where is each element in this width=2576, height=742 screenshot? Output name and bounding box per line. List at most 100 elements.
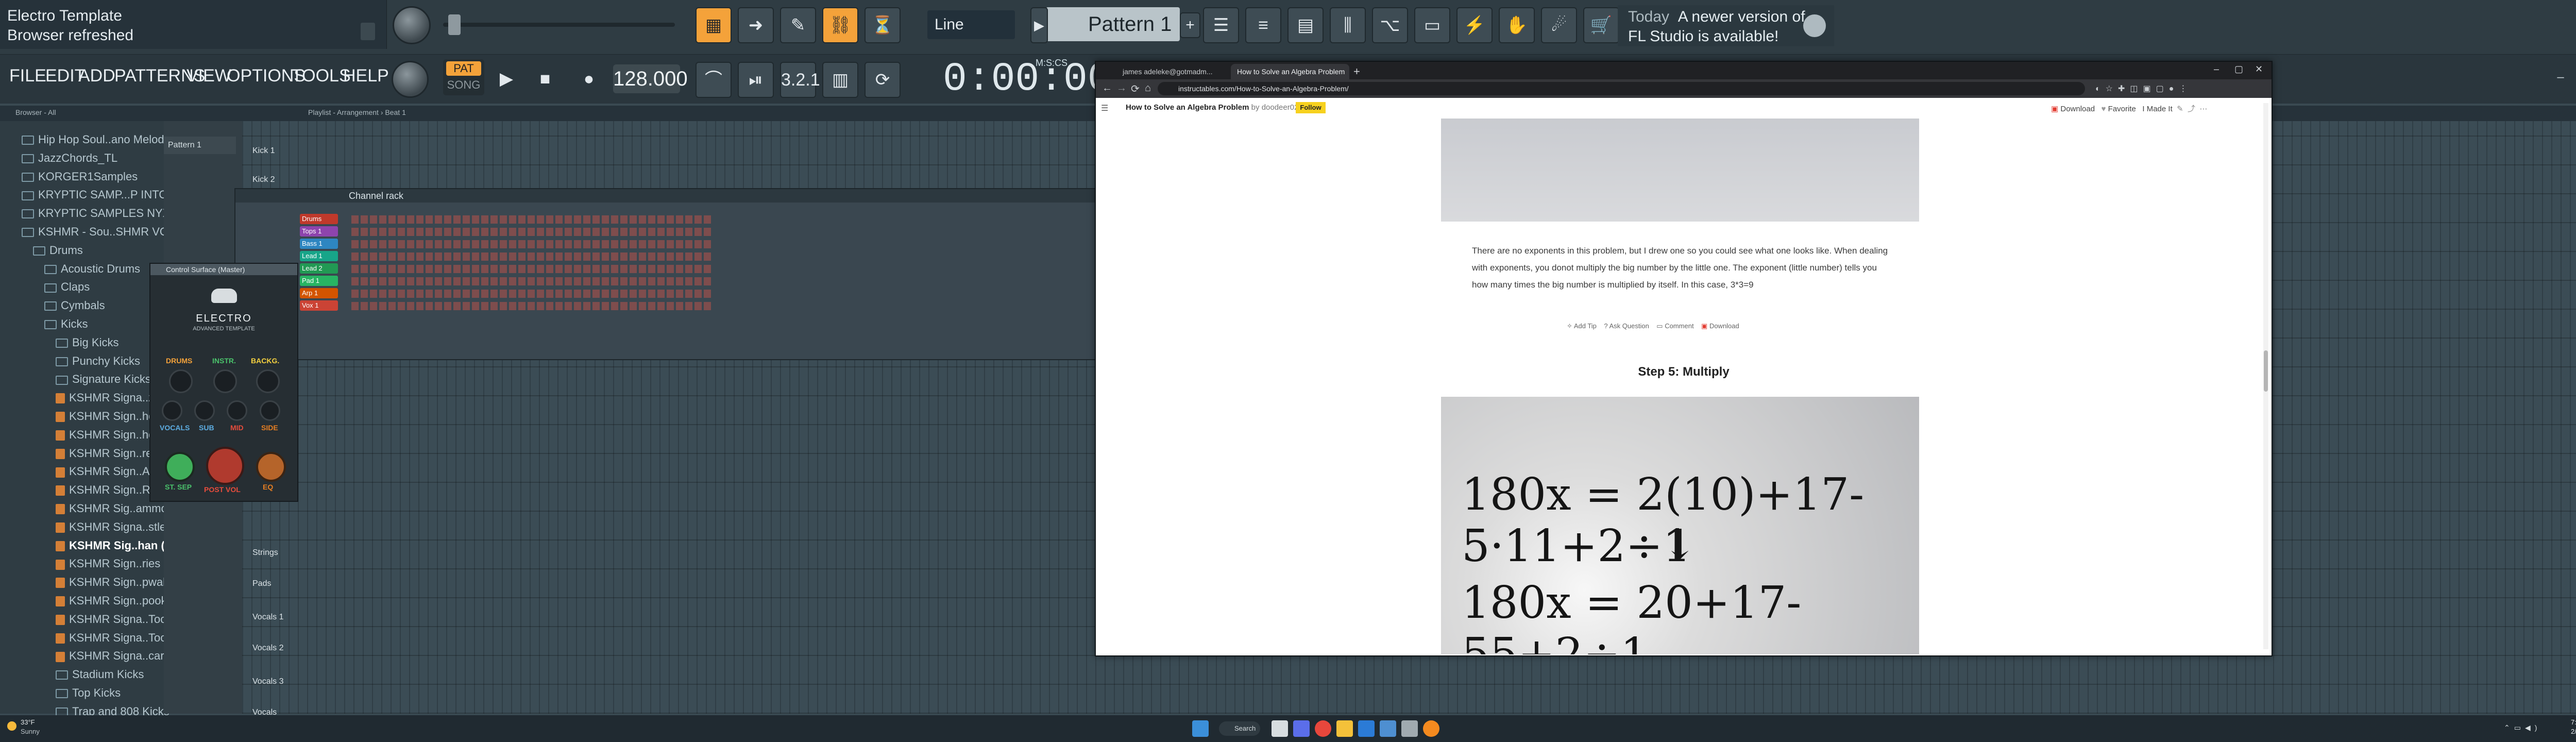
playlist-icon[interactable]: ☰ xyxy=(1203,7,1239,43)
wait-input-icon[interactable]: ⏯ xyxy=(738,62,774,98)
step-sequencer[interactable] xyxy=(351,277,712,285)
more-icon[interactable]: ⋯ xyxy=(2199,105,2207,113)
track-label[interactable]: Strings xyxy=(250,546,292,572)
browser-folder[interactable]: Kicks xyxy=(44,317,88,335)
browser-folder[interactable]: Signature Kicks xyxy=(56,373,151,390)
browser-folder[interactable]: Acoustic Drums xyxy=(44,262,140,280)
share-icon[interactable]: ⤴ xyxy=(2188,105,2195,113)
mixer-icon[interactable]: ⫼ xyxy=(1330,7,1366,43)
master-volume-knob[interactable] xyxy=(393,6,431,44)
browser-folder[interactable]: Top Kicks xyxy=(56,686,121,704)
cursor-app-icon[interactable] xyxy=(1401,720,1418,737)
pattern-selector[interactable]: Pattern 1 xyxy=(1046,7,1180,41)
channel-row[interactable]: Arp 1 xyxy=(241,288,1101,300)
step-sequencer[interactable] xyxy=(351,265,712,273)
channel-row[interactable]: Tops 1 xyxy=(241,226,1101,239)
browser-file[interactable]: KSHMR Sig..ammo xyxy=(56,502,167,519)
snap-mode-select[interactable]: Line xyxy=(927,10,1015,39)
comment-link[interactable]: Comment xyxy=(1665,322,1693,330)
task-view-icon[interactable] xyxy=(1272,720,1288,737)
step-sequencer[interactable] xyxy=(351,240,712,248)
home-icon[interactable]: ⌂ xyxy=(1145,82,1151,94)
system-tray-icons[interactable]: ⌃▭◀) xyxy=(2504,723,2541,732)
song-label[interactable]: SONG xyxy=(446,78,481,92)
countdown-icon[interactable]: 3.2.1 xyxy=(780,62,820,98)
project-title[interactable]: How to Solve an Algebra Problem xyxy=(1126,103,1249,112)
weather-temp[interactable]: 33°F xyxy=(21,718,35,726)
vocals-knob[interactable] xyxy=(162,400,182,421)
browser-folder[interactable]: Punchy Kicks xyxy=(56,355,140,372)
piano-roll-icon[interactable]: ≡ xyxy=(1245,7,1281,43)
tempo-display[interactable]: 128.000 xyxy=(613,64,688,93)
browser-folder[interactable]: KORGER1Samples xyxy=(22,170,138,188)
vscode-icon[interactable] xyxy=(1358,720,1375,737)
tab-instructables[interactable]: How to Solve an Algebra Problem xyxy=(1231,64,1349,79)
download-step-link[interactable]: Download xyxy=(1709,322,1739,330)
browser-folder[interactable]: KSHMR - Sou..SHMR VOL 2 xyxy=(22,225,184,243)
menu-file[interactable]: FILE xyxy=(9,66,46,86)
instr-knob[interactable] xyxy=(213,369,237,393)
channel-row[interactable]: Drums xyxy=(241,214,1101,226)
pat-song-toggle[interactable]: PAT SONG xyxy=(443,59,484,95)
made-it-link[interactable]: I Made It xyxy=(2142,105,2172,113)
channel-name-button[interactable]: Bass 1 xyxy=(300,239,338,249)
arrow-right-icon[interactable]: ➜ xyxy=(738,7,774,43)
channel-row[interactable]: Pad 1 xyxy=(241,276,1101,288)
fl-minimize-icon[interactable]: – xyxy=(2555,71,2566,83)
step-sequencer[interactable] xyxy=(351,215,712,224)
comment-icon[interactable]: ✎ xyxy=(2177,105,2183,113)
drums-knob[interactable] xyxy=(169,369,193,393)
browser-icon[interactable]: ⌥ xyxy=(1372,7,1408,43)
pattern-list-item[interactable]: Pattern 1 xyxy=(164,137,236,154)
trash-icon[interactable] xyxy=(361,23,375,40)
menu-tools[interactable]: TOOLS xyxy=(292,66,351,86)
back-icon[interactable]: ← xyxy=(1102,82,1112,94)
browser-folder[interactable]: Cymbals xyxy=(44,299,105,316)
browser-folder[interactable]: Big Kicks xyxy=(56,336,118,353)
clock-time[interactable]: 7:52 PM xyxy=(2571,718,2576,726)
pattern-prev-icon[interactable]: ▶ xyxy=(1030,7,1048,43)
plugin-picker-icon[interactable]: ☄ xyxy=(1541,7,1577,43)
touch-controller-icon[interactable]: ✋ xyxy=(1499,7,1535,43)
new-tab-icon[interactable]: + xyxy=(1353,65,1360,78)
link-icon[interactable]: ⛓ xyxy=(822,7,858,43)
step-sequencer[interactable] xyxy=(351,252,712,261)
channel-name-button[interactable]: Drums xyxy=(300,214,338,224)
menu-view[interactable]: VIEW xyxy=(187,66,231,86)
fl-studio-icon[interactable] xyxy=(1423,720,1439,737)
channel-name-button[interactable]: Tops 1 xyxy=(300,226,338,237)
pat-label[interactable]: PAT xyxy=(446,61,481,76)
track-label[interactable]: Vocals 2 xyxy=(250,642,292,667)
browser-folder[interactable]: JazzChords_TL xyxy=(22,151,117,169)
browser-file[interactable]: KSHMR Sig..han (F#) xyxy=(56,539,182,556)
channel-row[interactable]: Vox 1 xyxy=(241,300,1101,313)
news-panel[interactable]: Today A newer version of FL Studio is av… xyxy=(1618,5,1834,46)
mid-knob[interactable] xyxy=(227,400,247,421)
channel-rack-icon[interactable]: ▤ xyxy=(1287,7,1324,43)
loop-record-icon[interactable]: ⟳ xyxy=(865,62,901,98)
channel-name-button[interactable]: Pad 1 xyxy=(300,276,338,286)
tab-email[interactable]: james adeleke@gotmadm... xyxy=(1116,64,1230,79)
typing-keyboard-icon[interactable]: ▦ xyxy=(696,7,732,43)
track-label[interactable]: Vocals 3 xyxy=(250,675,292,701)
hamburger-icon[interactable]: ☰ xyxy=(1101,103,1108,113)
channel-row[interactable]: Bass 1 xyxy=(241,239,1101,251)
url-input[interactable]: instructables.com/How-to-Solve-an-Algebr… xyxy=(1158,82,2085,95)
channel-name-button[interactable]: Lead 2 xyxy=(300,263,338,274)
scrollbar-thumb[interactable] xyxy=(2264,350,2268,392)
channel-name-button[interactable]: Arp 1 xyxy=(300,288,338,298)
reload-icon[interactable]: ⟳ xyxy=(1131,82,1140,95)
taskbar-search[interactable]: Search xyxy=(1219,721,1260,736)
channel-row[interactable]: Lead 2 xyxy=(241,263,1101,276)
side-knob[interactable] xyxy=(260,400,280,421)
cart-icon[interactable]: 🛒 xyxy=(1583,7,1619,43)
track-label[interactable]: Kick 1 xyxy=(250,144,292,170)
menu-help[interactable]: HELP xyxy=(343,66,389,86)
step-sequencer[interactable] xyxy=(351,228,712,236)
record-icon[interactable]: ● xyxy=(572,62,606,96)
stop-icon[interactable]: ■ xyxy=(528,62,562,96)
download-link[interactable]: Download xyxy=(2060,105,2095,113)
metronome-icon[interactable]: ⏳ xyxy=(865,7,901,43)
file-explorer-icon[interactable] xyxy=(1336,720,1353,737)
menu-add[interactable]: ADD xyxy=(78,66,115,86)
